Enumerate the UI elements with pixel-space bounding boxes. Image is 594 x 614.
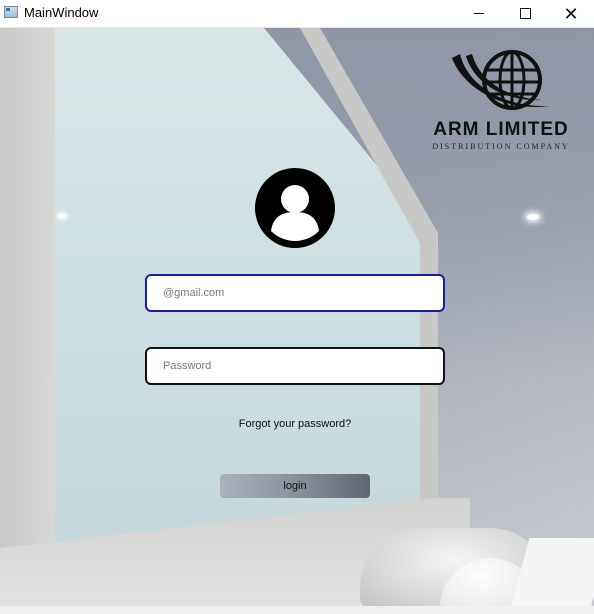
user-avatar-icon [255,168,335,248]
company-logo: ARM LIMITED DISTRIBUTION COMPANY [425,50,577,160]
globe-swoosh-icon [452,50,550,110]
minimize-button[interactable] [456,0,502,27]
title-bar: MainWindow ✕ [0,0,594,28]
company-name: ARM LIMITED [433,119,569,140]
forgot-password-label: Forgot your password? [238,418,352,430]
login-button[interactable]: login [220,474,370,498]
forgot-password-link[interactable]: Forgot your password? [145,418,445,430]
window-title: MainWindow [24,5,99,20]
maximize-button[interactable] [502,0,548,27]
email-input[interactable] [145,274,445,312]
company-tagline: DISTRIBUTION COMPANY [432,142,570,151]
ceiling-light [58,214,66,218]
window-bottom-edge [0,606,594,614]
ceiling-light [527,214,539,220]
maximize-icon [519,8,531,19]
close-icon: ✕ [563,3,579,24]
minimize-icon [474,13,484,14]
app-icon [4,6,18,18]
close-button[interactable]: ✕ [548,0,594,27]
password-input[interactable] [145,347,445,385]
